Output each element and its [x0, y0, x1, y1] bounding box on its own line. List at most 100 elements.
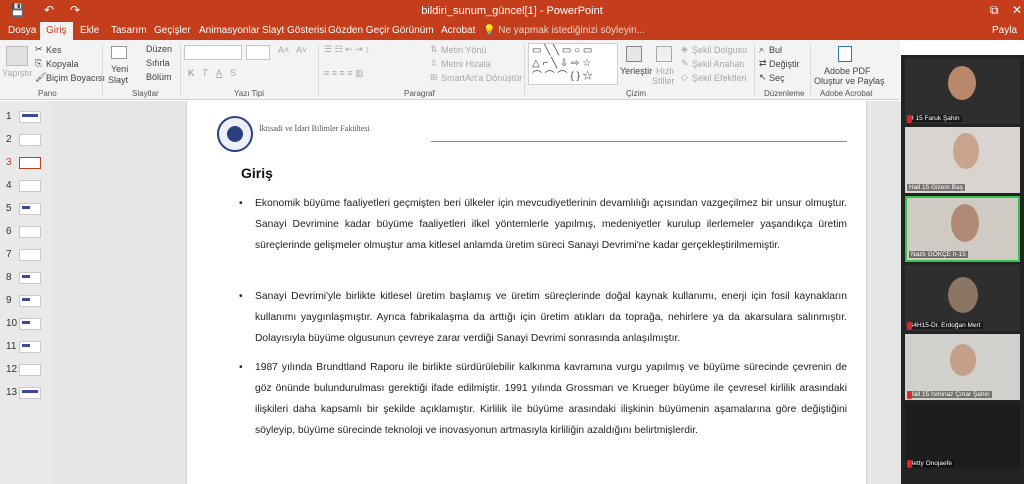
bullet-text: 1987 yılında Brundtland Raporu ile birli… [255, 362, 847, 436]
participant-video[interactable]: Hall 15 İsminaz Çınar Şahin [905, 334, 1020, 400]
slide-preview [19, 249, 41, 261]
slide-number: 5 [6, 203, 12, 214]
slide-preview [19, 295, 41, 307]
close-icon[interactable]: ✕ [1012, 3, 1022, 17]
slide-preview [19, 134, 41, 146]
replace-icon[interactable]: ⇄ [759, 58, 767, 69]
text-direction-button[interactable]: Metin Yönü [441, 45, 486, 55]
shape-outline-button[interactable]: Şekil Anahatı [692, 59, 745, 69]
bullet-paragraph[interactable]: • Sanayi Devrimi'yle birlikte kitlesel ür… [239, 286, 847, 349]
cut-button[interactable]: Kes [46, 45, 62, 55]
tab-giris[interactable]: Giriş [40, 22, 73, 40]
bold-button[interactable]: K [188, 68, 195, 78]
adobe-pdf-icon[interactable] [838, 46, 852, 62]
tab-dosya[interactable]: Dosya [8, 25, 36, 36]
bullet-paragraph[interactable]: • 1987 yılında Brundtland Raporu ile birl… [239, 357, 847, 441]
participant-video-active-speaker[interactable]: Nazlı GÖKÇE h-15 [905, 196, 1020, 262]
participant-name: S4H15-Dr. Erdoğan Mert [907, 322, 983, 330]
tab-gecisler[interactable]: Geçişler [154, 25, 191, 36]
participant-video[interactable]: Betty Onojaefe [905, 403, 1020, 469]
participant-video[interactable]: S4H15-Dr. Erdoğan Mert [905, 265, 1020, 331]
section-button[interactable]: Bölüm [146, 72, 172, 82]
align-icons[interactable]: ≡ ≡ ≡ ≡ ▥ [324, 68, 364, 79]
shape-effects-button[interactable]: Şekil Efektleri [692, 73, 747, 83]
tell-me-input[interactable]: 💡 Ne yapmak istediğinizi söyleyin... [483, 25, 645, 36]
italic-button[interactable]: T [202, 68, 208, 78]
align-text-icon[interactable]: ⇳ [430, 58, 438, 69]
find-button[interactable]: Bul [769, 45, 782, 55]
arrange-icon[interactable] [626, 46, 642, 62]
new-slide-label-2[interactable]: Slayt [108, 75, 128, 85]
tell-me-text: Ne yapmak istediğinizi söyleyin... [498, 25, 645, 36]
restore-icon[interactable]: ⧉ [990, 3, 999, 18]
tab-tasarim[interactable]: Tasarım [111, 25, 147, 36]
shape-fill-icon[interactable]: ◈ [681, 44, 688, 55]
tab-animasyonlar[interactable]: Animasyonlar [199, 25, 260, 36]
paste-button[interactable]: Yapıştır [2, 68, 32, 78]
new-slide-icon[interactable] [111, 46, 127, 59]
select-button[interactable]: Seç [769, 73, 785, 83]
font-name-input[interactable] [184, 45, 242, 60]
shape-fill-button[interactable]: Şekil Dolgusu [692, 45, 747, 55]
shadow-button[interactable]: S [230, 68, 236, 78]
font-size-input[interactable] [246, 45, 270, 60]
create-pdf-label-1[interactable]: Adobe PDF [824, 66, 871, 76]
select-icon[interactable]: ↖ [759, 72, 767, 83]
tab-gorunum[interactable]: Görünüm [392, 25, 434, 36]
participant-photo [951, 204, 979, 242]
participant-name: Hall 15 İsminaz Çınar Şahin [907, 391, 992, 399]
slide-preview [19, 387, 41, 399]
bullets-icon[interactable]: ☰ ☷ ⇤ ⇥ ↕ [324, 44, 370, 55]
replace-button[interactable]: Değiştir [769, 59, 800, 69]
format-painter-icon[interactable]: 🖌 [35, 72, 46, 83]
align-text-button[interactable]: Metni Hizala [441, 59, 491, 69]
bullet-paragraph[interactable]: • Ekonomik büyüme faaliyetleri geçmişten … [239, 193, 847, 256]
slide[interactable]: İktisadi ve İdari Bilimler Fakültesi Gir… [186, 101, 867, 484]
share-button[interactable]: Payla [992, 25, 1017, 36]
slide-heading[interactable]: Giriş [241, 165, 273, 181]
slide-preview [19, 364, 41, 376]
tab-ekle[interactable]: Ekle [80, 25, 99, 36]
copy-icon[interactable]: ⎘ [35, 58, 42, 69]
shapes-gallery[interactable]: ▭ ╲ ╲ ▭ ○ ▭ △ ⌐ ╲ ⇩ ⇨ ☆ ⌒ ⌒ ⌒ { } ☆ [528, 43, 618, 85]
smartart-icon[interactable]: ⊞ [430, 72, 438, 83]
ribbon-tabs: Dosya Giriş Ekle Tasarım Geçişler Animas… [0, 22, 1024, 40]
cut-icon[interactable]: ✂ [35, 44, 43, 55]
shrink-font-icon[interactable]: A˅ [296, 45, 307, 55]
shape-outline-icon[interactable]: ✎ [681, 58, 689, 69]
tab-slayt-gosterisi[interactable]: Slayt Gösterisi [262, 25, 326, 36]
arrange-button[interactable]: Yerleştir [620, 66, 652, 76]
slide-number: 4 [6, 180, 12, 191]
group-label-paragraf: Paragraf [404, 89, 435, 98]
reset-button[interactable]: Sıfırla [146, 58, 170, 68]
separator [102, 44, 103, 96]
participant-video[interactable]: Hall 15 Gizem Baş [905, 127, 1020, 193]
slide-number: 1 [6, 111, 12, 122]
slide-number: 3 [6, 157, 12, 168]
slide-number: 13 [6, 387, 18, 398]
participant-video[interactable]: H 15 Faruk Şahin [905, 58, 1020, 124]
header-divider [431, 141, 847, 142]
create-pdf-label-2[interactable]: Oluştur ve Paylaş [814, 76, 885, 86]
quick-styles-label-1[interactable]: Hızlı [656, 66, 674, 76]
slide-number: 8 [6, 272, 12, 283]
tab-gozden-gecir[interactable]: Gözden Geçir [328, 25, 390, 36]
text-direction-icon[interactable]: ⇅ [430, 44, 438, 55]
shape-effects-icon[interactable]: ◇ [681, 72, 688, 83]
group-label-pano: Pano [38, 89, 57, 98]
quick-styles-label-2[interactable]: Stiller [652, 76, 675, 86]
quick-styles-icon[interactable] [656, 46, 672, 62]
group-label-acrobat: Adobe Acrobat [820, 89, 873, 98]
copy-button[interactable]: Kopyala [46, 59, 79, 69]
bullet-icon: • [239, 198, 243, 209]
find-icon[interactable]: ⌕ [759, 44, 764, 55]
format-painter-button[interactable]: Biçim Boyacısı [46, 73, 105, 83]
grow-font-icon[interactable]: A˄ [278, 45, 289, 55]
layout-button[interactable]: Düzen [146, 44, 172, 54]
underline-button[interactable]: A [216, 68, 222, 78]
smartart-button[interactable]: SmartArt'a Dönüştür [441, 73, 522, 83]
slide-preview [19, 318, 41, 330]
new-slide-label-1[interactable]: Yeni [111, 64, 128, 74]
clipboard-icon[interactable] [6, 46, 28, 66]
tab-acrobat[interactable]: Acrobat [441, 25, 475, 36]
